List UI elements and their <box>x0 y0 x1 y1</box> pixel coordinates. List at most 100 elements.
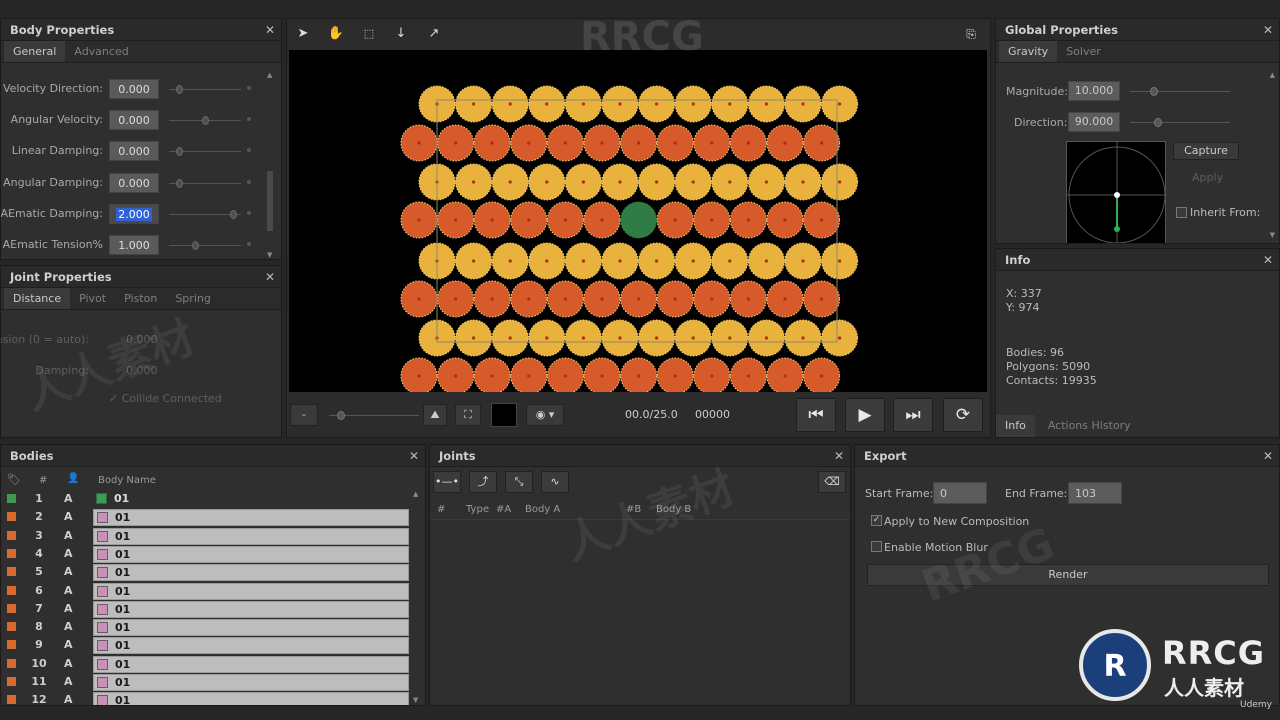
table-row[interactable]: 12 A 01 <box>1 691 411 705</box>
body-color-swatch[interactable] <box>97 695 108 705</box>
scroll-up-icon[interactable]: ▲ <box>413 490 423 498</box>
delete-joint-icon[interactable]: ⌫ <box>818 471 846 493</box>
close-icon[interactable]: ✕ <box>1263 19 1273 41</box>
capture-button[interactable]: Capture <box>1173 142 1239 160</box>
body-color-swatch[interactable] <box>97 622 108 634</box>
body-name-field[interactable]: 01 <box>93 600 409 618</box>
mountain-icon[interactable]: ⛰ <box>423 404 447 426</box>
table-row[interactable]: 1 A 01 <box>1 490 411 508</box>
label-color-swatch[interactable] <box>7 603 16 613</box>
close-icon[interactable]: ✕ <box>265 19 275 41</box>
apply-comp-checkbox[interactable]: ✓ <box>871 515 882 526</box>
tab-distance[interactable]: Distance <box>4 288 71 309</box>
body-prop-value[interactable]: 0.000 <box>109 141 159 162</box>
body-prop-slider[interactable] <box>169 85 241 94</box>
table-row[interactable]: 4 A 01 <box>1 545 411 563</box>
table-row[interactable]: 6 A 01 <box>1 582 411 600</box>
close-icon[interactable]: ✕ <box>409 445 419 467</box>
close-icon[interactable]: ✕ <box>834 445 844 467</box>
body-prop-slider[interactable] <box>169 209 241 219</box>
scrollbar[interactable]: ▲ ▼ <box>267 71 275 259</box>
inherit-checkbox[interactable] <box>1176 207 1187 218</box>
tab-info[interactable]: Info <box>996 415 1035 437</box>
body-color-swatch[interactable] <box>97 512 108 524</box>
close-icon[interactable]: ✕ <box>265 266 275 288</box>
keyframe-dot-icon[interactable] <box>247 117 251 122</box>
piston-joint-icon[interactable]: ⤡ <box>505 471 533 493</box>
table-row[interactable]: 2 A 01 <box>1 508 411 527</box>
export-arrow-icon[interactable]: ↗ <box>422 23 446 45</box>
body-prop-value[interactable]: 0.000 <box>109 110 159 131</box>
body-prop-slider[interactable] <box>169 178 241 188</box>
body-prop-value[interactable]: 2.000 <box>109 203 159 224</box>
magnitude-slider[interactable] <box>1130 87 1230 96</box>
start-frame-field[interactable]: 0 <box>933 482 987 504</box>
slider-knob[interactable] <box>175 147 183 157</box>
distance-joint-icon[interactable]: •—• <box>433 471 461 493</box>
tab-piston[interactable]: Piston <box>115 288 166 309</box>
zoom-slider-knob[interactable] <box>337 411 345 420</box>
slider-knob[interactable] <box>175 178 183 188</box>
zoom-minus-button[interactable]: - <box>290 404 318 426</box>
table-row[interactable]: 7 A 01 <box>1 600 411 618</box>
body-color-swatch[interactable] <box>97 530 108 542</box>
label-color-swatch[interactable] <box>7 677 16 686</box>
body-name-field[interactable]: 01 <box>93 619 409 637</box>
body-name-field[interactable]: 01 <box>93 509 409 527</box>
label-color-swatch[interactable] <box>7 640 16 650</box>
pivot-joint-icon[interactable]: ⤴ <box>469 471 497 493</box>
body-prop-slider[interactable] <box>169 241 241 250</box>
magnitude-field[interactable]: 10.000 <box>1068 81 1120 101</box>
balls-canvas[interactable] <box>289 50 987 392</box>
tab-general[interactable]: General <box>4 41 66 62</box>
keyframe-dot-icon[interactable] <box>247 210 251 215</box>
new-comp-icon[interactable]: ⎘ <box>959 23 983 45</box>
skip-to-start-icon[interactable]: ⏮ <box>796 398 836 432</box>
close-icon[interactable]: ✕ <box>1263 445 1273 467</box>
body-name-field[interactable]: 01 <box>93 692 409 705</box>
body-name-field[interactable]: 01 <box>93 491 409 508</box>
body-name-field[interactable]: 01 <box>93 655 409 673</box>
table-row[interactable]: 9 A 01 <box>1 636 411 655</box>
select-arrow-icon[interactable]: ➤ <box>291 23 315 45</box>
label-color-swatch[interactable] <box>7 585 16 595</box>
render-button[interactable]: Render <box>867 564 1269 586</box>
body-name-field[interactable]: 01 <box>93 527 409 545</box>
keyframe-dot-icon[interactable] <box>247 86 251 90</box>
keyframe-dot-icon[interactable] <box>247 179 251 184</box>
body-color-swatch[interactable] <box>97 603 108 615</box>
label-color-swatch[interactable] <box>7 494 16 503</box>
close-icon[interactable]: ✕ <box>1263 249 1273 271</box>
fit-view-icon[interactable]: ⛶ <box>455 404 481 426</box>
direction-slider[interactable] <box>1130 118 1230 127</box>
play-icon[interactable]: ▶ <box>845 398 885 432</box>
table-row[interactable]: 11 A 01 <box>1 673 411 691</box>
scroll-down-icon[interactable]: ▼ <box>413 696 418 704</box>
view-options-icon[interactable]: ◉ ▾ <box>526 404 564 426</box>
keyframe-dot-icon[interactable] <box>247 242 251 246</box>
scroll-down-icon[interactable]: ▼ <box>267 251 272 259</box>
body-name-field[interactable]: 01 <box>93 582 409 600</box>
table-row[interactable]: 5 A 01 <box>1 563 411 582</box>
label-color-swatch[interactable] <box>7 622 16 632</box>
body-color-swatch[interactable] <box>97 658 108 670</box>
label-color-swatch[interactable] <box>7 548 16 558</box>
scroll-up-icon[interactable]: ▲ <box>267 71 275 79</box>
body-prop-slider[interactable] <box>169 116 241 126</box>
label-color-swatch[interactable] <box>7 512 16 522</box>
tab-gravity[interactable]: Gravity <box>999 41 1058 62</box>
slider-knob[interactable] <box>229 209 237 219</box>
slider-knob[interactable] <box>202 116 209 126</box>
body-color-swatch[interactable] <box>97 585 108 597</box>
label-color-swatch[interactable] <box>7 695 16 705</box>
table-row[interactable]: 8 A 01 <box>1 618 411 637</box>
scroll-down-icon[interactable]: ▼ <box>1270 231 1275 239</box>
body-prop-value[interactable]: 0.000 <box>109 172 159 193</box>
body-prop-value[interactable]: 1.000 <box>109 235 159 255</box>
table-row[interactable]: 3 A 01 <box>1 527 411 545</box>
body-color-swatch[interactable] <box>97 677 108 688</box>
tab-solver[interactable]: Solver <box>1057 41 1110 62</box>
damping-value[interactable]: 0.000 <box>126 364 158 377</box>
hand-icon[interactable]: ✋ <box>324 23 348 45</box>
body-name-field[interactable]: 01 <box>93 637 409 655</box>
